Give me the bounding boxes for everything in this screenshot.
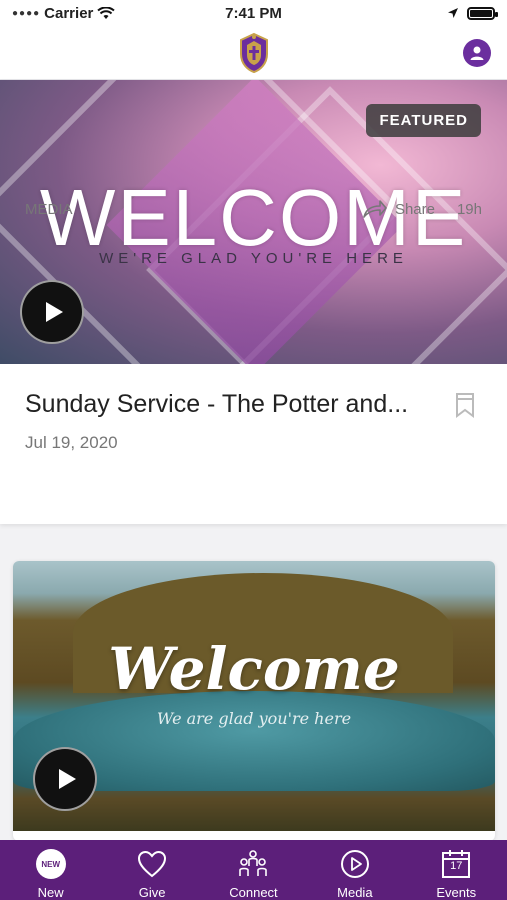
wifi-icon: [97, 6, 116, 19]
featured-media-card[interactable]: FEATURED WELCOME WE'RE GLAD YOU'RE HERE …: [0, 80, 507, 524]
user-icon: [470, 46, 484, 60]
calendar-day: 17: [450, 860, 463, 872]
play-button[interactable]: [20, 280, 84, 344]
tab-events[interactable]: 17 Events: [411, 848, 501, 900]
heart-icon: [138, 850, 167, 878]
tab-label: Give: [138, 885, 166, 900]
play-circle-icon: [340, 850, 369, 878]
media-title[interactable]: Sunday Service - The Potter and...: [25, 390, 425, 419]
bookmark-icon[interactable]: [455, 392, 475, 418]
carrier-name: Carrier: [44, 4, 94, 22]
share-arrow-icon: [363, 200, 387, 218]
play-icon: [59, 769, 76, 789]
hero-welcome-script-title: Welcome: [108, 635, 400, 703]
new-badge-icon: NEW: [35, 849, 66, 879]
media-category: MEDIA: [25, 200, 73, 218]
status-time: 7:41 PM: [225, 4, 282, 22]
share-button[interactable]: Share: [363, 200, 435, 218]
tab-label: New: [37, 885, 64, 900]
play-button[interactable]: [33, 747, 97, 811]
nav-bar: [0, 26, 507, 80]
media-date: Jul 19, 2020: [25, 433, 118, 452]
bottom-tab-bar: NEW New Give Connect Media 17 Events: [0, 840, 507, 900]
tab-new[interactable]: NEW New: [6, 848, 96, 900]
media-hero-image[interactable]: Welcome We are glad you're here: [13, 561, 495, 831]
media-age: 19h: [456, 200, 482, 218]
battery-icon: [467, 6, 498, 20]
tab-give[interactable]: Give: [107, 848, 197, 900]
tab-label: Events: [436, 885, 477, 900]
share-label: Share: [394, 200, 435, 218]
tab-label: Media: [337, 885, 373, 900]
people-icon: [239, 850, 268, 876]
location-arrow-icon: [448, 8, 458, 18]
hero-welcome-script-subtitle: We are glad you're here: [156, 709, 352, 728]
tab-media[interactable]: Media: [310, 848, 400, 900]
media-card[interactable]: Welcome We are glad you're here: [13, 561, 495, 841]
church-crest-logo: [239, 32, 268, 73]
tab-label: Connect: [229, 885, 278, 900]
hero-welcome-subtitle: WE'RE GLAD YOU'RE HERE: [99, 250, 408, 267]
featured-badge: FEATURED: [366, 104, 481, 137]
featured-hero-image[interactable]: FEATURED WELCOME WE'RE GLAD YOU'RE HERE: [0, 80, 507, 364]
signal-dots-icon: ●●●●: [12, 7, 41, 19]
tab-connect[interactable]: Connect: [208, 848, 298, 900]
status-bar: ●●●● Carrier 7:41 PM: [0, 0, 507, 26]
play-icon: [46, 302, 63, 322]
profile-button[interactable]: [463, 39, 491, 67]
